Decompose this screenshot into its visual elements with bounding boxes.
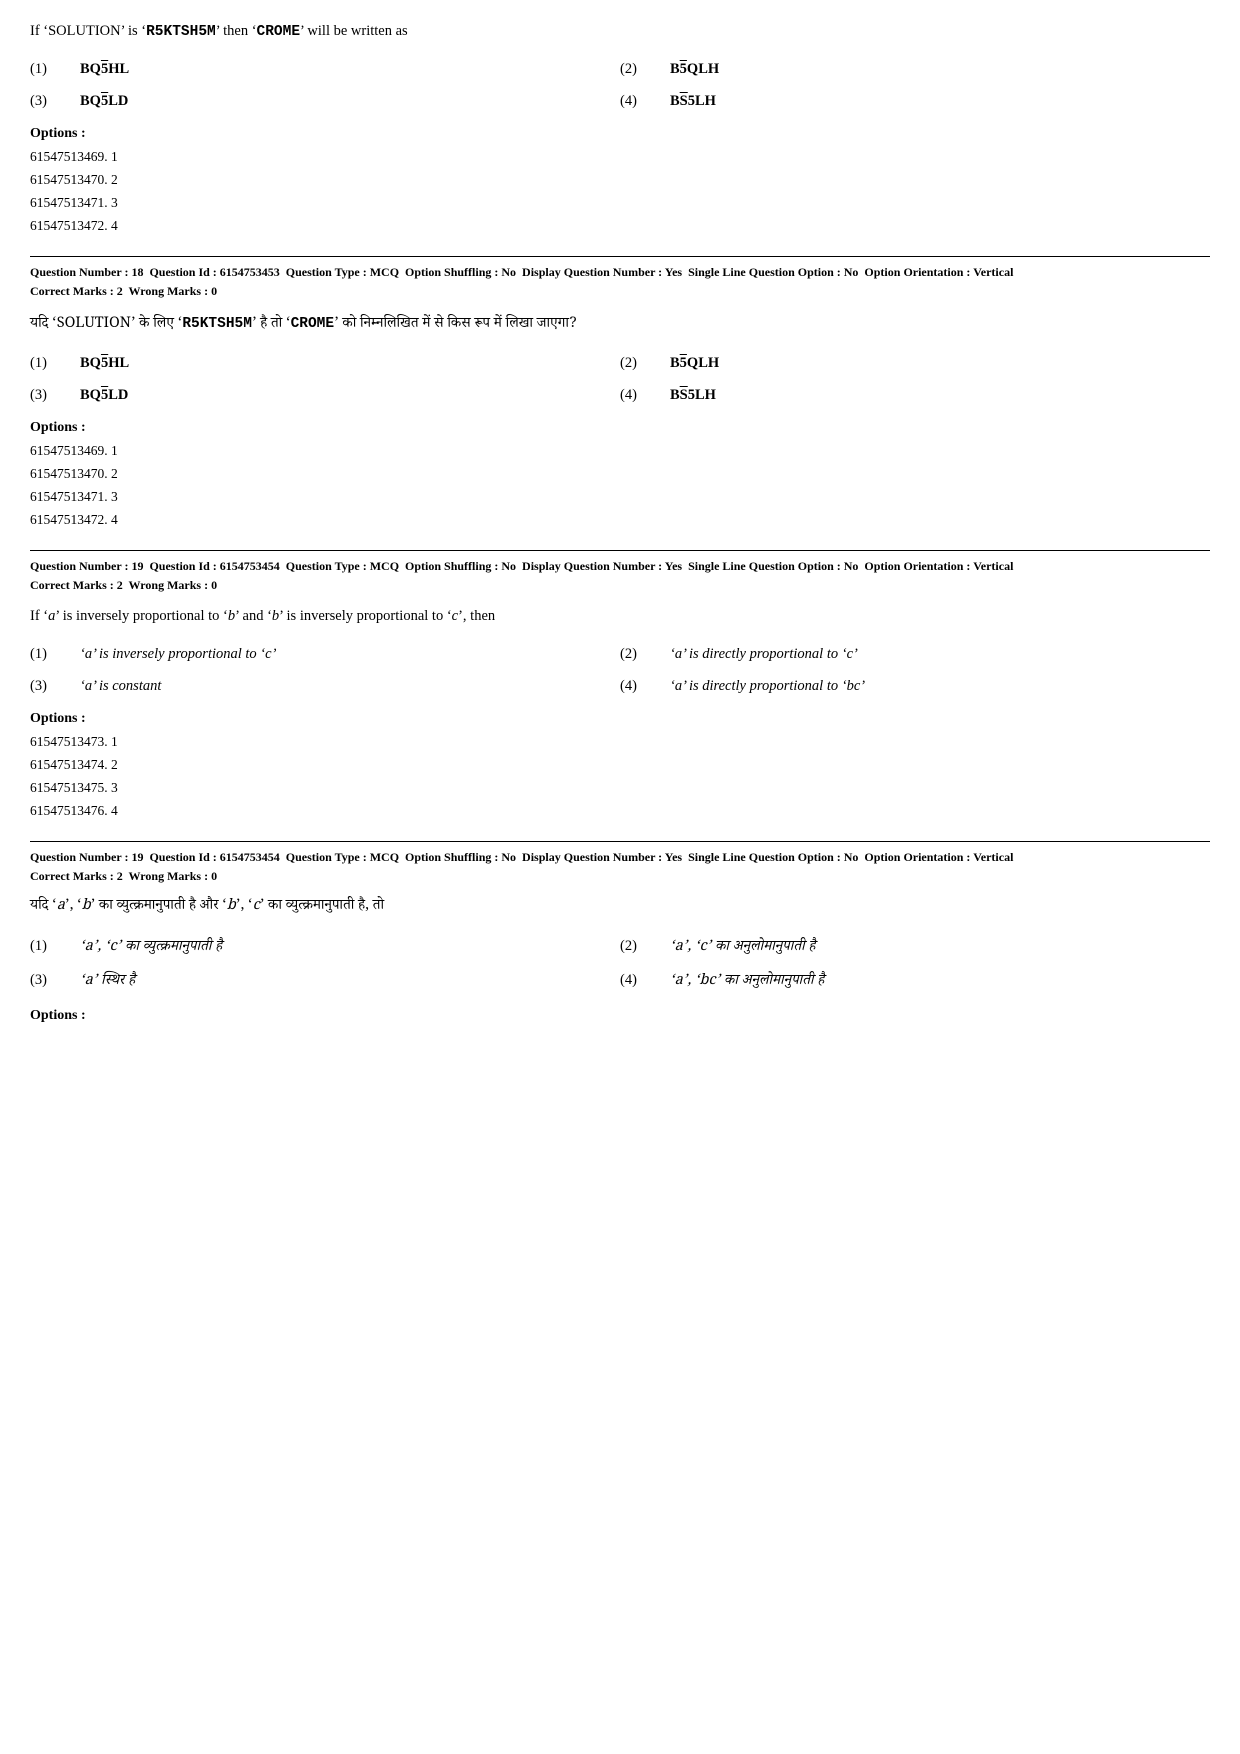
q18-hi-options: (1) BQ5HL (2) B5QLH (3) BQ5LD (4) BS5LH (30, 350, 1210, 408)
option-item: (1) BQ5HL (30, 56, 620, 82)
meta-line1: Question Number : 19 Question Id : 61547… (30, 848, 1210, 867)
meta-line1: Question Number : 19 Question Id : 61547… (30, 557, 1210, 576)
options-label: Options : (30, 1008, 1210, 1024)
q19-meta: Question Number : 19 Question Id : 61547… (30, 550, 1210, 595)
option-item: (4) BS5LH (620, 88, 1210, 114)
option-item: (3) BQ5LD (30, 382, 620, 408)
meta-marks: Correct Marks : 2 Wrong Marks : 0 (30, 576, 1210, 595)
options-label: Options : (30, 420, 1210, 436)
q19-hi-options: (1) ‘a’, ‘c’ का व्युत्क्रमानुपाती है (2)… (30, 933, 1210, 996)
option-value: 61547513471. 3 (30, 192, 1210, 215)
option-value: 61547513472. 4 (30, 215, 1210, 238)
options-list: 61547513469. 1 61547513470. 2 6154751347… (30, 146, 1210, 238)
option-item: (1) ‘a’ is inversely proportional to ‘c’ (30, 641, 620, 667)
options-label: Options : (30, 126, 1210, 142)
option-item: (2) ‘a’, ‘c’ का अनुलोमानुपाती है (620, 933, 1210, 962)
q17-en-options: (1) BQ5HL (2) B5QLH (3) BQ5LD (4) BS5LH (30, 56, 1210, 114)
q17-en-text: If ‘SOLUTION’ is ‘R5KTSH5M’ then ‘CROME’… (30, 20, 1210, 44)
q19-hi-text: यदि ‘a’, ‘b’ का व्युत्क्रमानुपाती है और … (30, 896, 1210, 921)
option-item: (4) ‘a’, ‘bc’ का अनुलोमानुपाती है (620, 967, 1210, 996)
question-19-hindi: यदि ‘a’, ‘b’ का व्युत्क्रमानुपाती है और … (30, 896, 1210, 1024)
q19-meta-2: Question Number : 19 Question Id : 61547… (30, 841, 1210, 886)
option-value: 61547513469. 1 (30, 146, 1210, 169)
option-item: (1) BQ5HL (30, 350, 620, 376)
option-value: 61547513471. 3 (30, 486, 1210, 509)
meta-marks: Correct Marks : 2 Wrong Marks : 0 (30, 867, 1210, 886)
options-label: Options : (30, 711, 1210, 727)
option-value: 61547513474. 2 (30, 754, 1210, 777)
option-value: 61547513476. 4 (30, 800, 1210, 823)
option-value: 61547513472. 4 (30, 509, 1210, 532)
q19-en-options: (1) ‘a’ is inversely proportional to ‘c’… (30, 641, 1210, 699)
option-item: (2) B5QLH (620, 350, 1210, 376)
q19-en-text: If ‘a’ is inversely proportional to ‘b’ … (30, 605, 1210, 628)
meta-marks: Correct Marks : 2 Wrong Marks : 0 (30, 282, 1210, 301)
q18-meta: Question Number : 18 Question Id : 61547… (30, 256, 1210, 301)
option-value: 61547513470. 2 (30, 463, 1210, 486)
option-value: 61547513469. 1 (30, 440, 1210, 463)
option-item: (4) ‘a’ is directly proportional to ‘bc’ (620, 673, 1210, 699)
option-item: (3) BQ5LD (30, 88, 620, 114)
option-item: (1) ‘a’, ‘c’ का व्युत्क्रमानुपाती है (30, 933, 620, 962)
option-item: (2) ‘a’ is directly proportional to ‘c’ (620, 641, 1210, 667)
option-item: (4) BS5LH (620, 382, 1210, 408)
option-value: 61547513475. 3 (30, 777, 1210, 800)
option-value: 61547513473. 1 (30, 731, 1210, 754)
option-item: (3) ‘a’ is constant (30, 673, 620, 699)
options-list: 61547513473. 1 61547513474. 2 6154751347… (30, 731, 1210, 823)
meta-line1: Question Number : 18 Question Id : 61547… (30, 263, 1210, 282)
options-list: 61547513469. 1 61547513470. 2 6154751347… (30, 440, 1210, 532)
question-17-english: If ‘SOLUTION’ is ‘R5KTSH5M’ then ‘CROME’… (30, 20, 1210, 238)
option-value: 61547513470. 2 (30, 169, 1210, 192)
option-item: (2) B5QLH (620, 56, 1210, 82)
q18-hi-text: यदि ‘SOLUTION’ के लिए ‘R5KTSH5M’ है तो ‘… (30, 312, 1210, 339)
option-item: (3) ‘a’ स्थिर है (30, 967, 620, 996)
question-19-english: If ‘a’ is inversely proportional to ‘b’ … (30, 605, 1210, 822)
question-18-hindi: यदि ‘SOLUTION’ के लिए ‘R5KTSH5M’ है तो ‘… (30, 312, 1210, 533)
